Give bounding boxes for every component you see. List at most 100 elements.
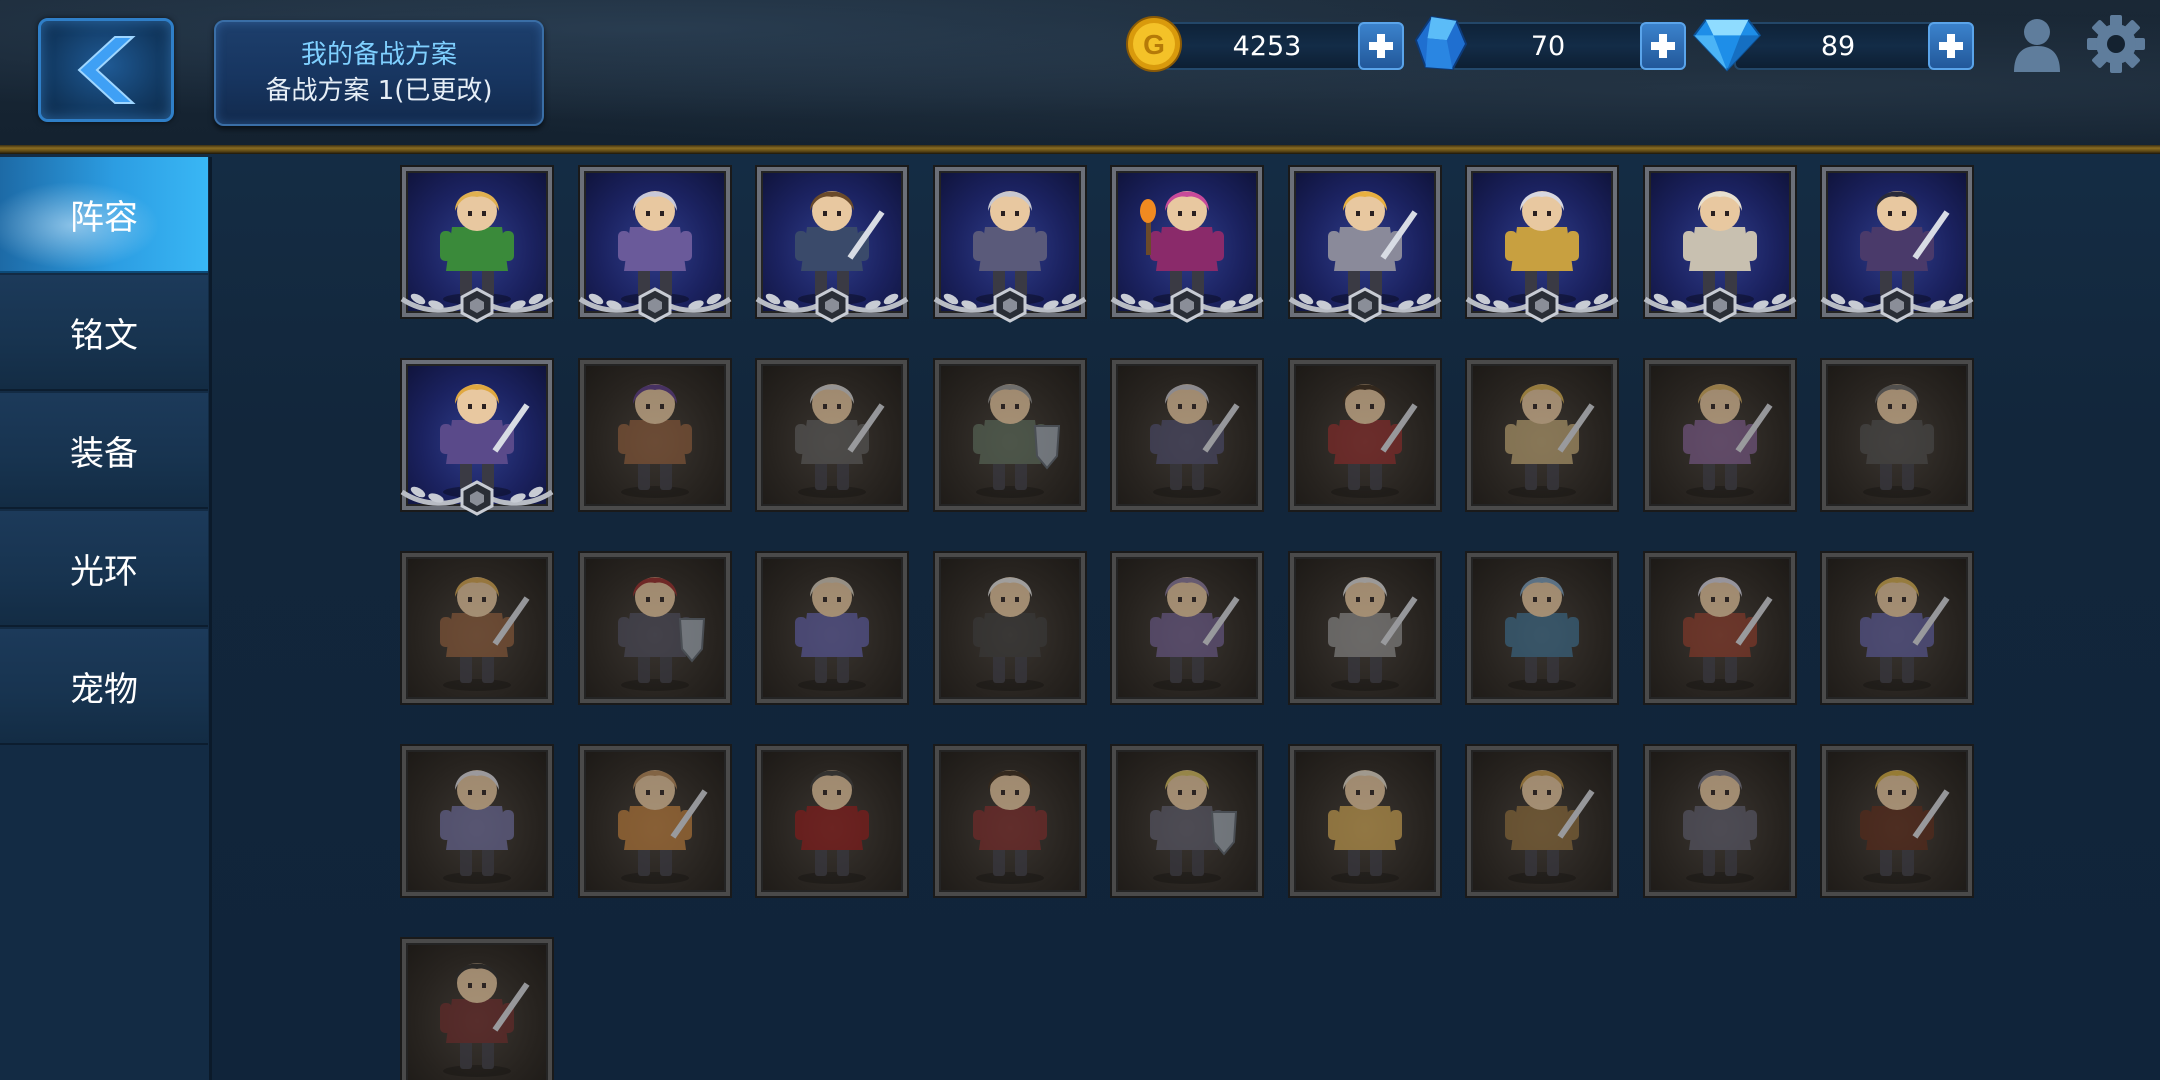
hero-card[interactable] <box>1467 746 1617 896</box>
add-gold-button[interactable] <box>1358 22 1404 70</box>
hero-card[interactable] <box>1645 360 1795 510</box>
hero-card[interactable] <box>580 746 730 896</box>
hero-card[interactable] <box>402 553 552 703</box>
header-divider <box>0 145 2160 154</box>
diamond-currency: 89 <box>1692 18 1974 72</box>
hero-card[interactable] <box>578 167 732 323</box>
top-bar: 我的备战方案 备战方案 1(已更改) 4253 G 70 89 <box>0 0 2160 145</box>
rank-wreath-icon <box>1288 287 1442 323</box>
gold-amount: 4253 <box>1162 22 1372 70</box>
hero-card[interactable] <box>1288 167 1442 323</box>
gold-coin-icon: G <box>1126 16 1182 72</box>
hero-card-frame <box>1822 553 1972 703</box>
hero-card-frame <box>1112 360 1262 510</box>
hero-card[interactable] <box>1465 167 1619 323</box>
rank-wreath-icon <box>1110 287 1264 323</box>
game-screen: 我的备战方案 备战方案 1(已更改) 4253 G 70 89 阵容 铭文 装备… <box>0 0 2160 1080</box>
hero-card-frame <box>1467 553 1617 703</box>
hero-card[interactable] <box>400 167 554 323</box>
hero-card[interactable] <box>402 939 552 1080</box>
chevron-left-icon <box>77 36 136 104</box>
add-crystal-button[interactable] <box>1640 22 1686 70</box>
battle-plan-title: 我的备战方案 <box>300 40 457 70</box>
user-profile-icon[interactable] <box>2010 16 2064 74</box>
hero-card[interactable] <box>1112 360 1262 510</box>
hero-card-frame <box>1645 553 1795 703</box>
plus-icon <box>1651 34 1675 58</box>
hero-card[interactable] <box>1822 360 1972 510</box>
back-button[interactable] <box>38 18 174 122</box>
diamond-icon <box>1692 18 1762 72</box>
hero-card[interactable] <box>402 746 552 896</box>
hero-card[interactable] <box>935 360 1085 510</box>
tab-pets[interactable]: 宠物 <box>0 629 208 745</box>
plus-icon <box>1939 34 1963 58</box>
hero-card-frame <box>402 746 552 896</box>
tab-lineup[interactable]: 阵容 <box>0 157 208 273</box>
hero-card-frame <box>1290 553 1440 703</box>
blue-crystal-icon <box>1414 15 1468 71</box>
hero-card[interactable] <box>757 360 907 510</box>
tab-inscriptions[interactable]: 铭文 <box>0 275 208 391</box>
rank-wreath-icon <box>755 287 909 323</box>
hero-card[interactable] <box>1645 746 1795 896</box>
hero-card-frame <box>1290 746 1440 896</box>
hero-card[interactable] <box>755 167 909 323</box>
rank-wreath-icon <box>578 287 732 323</box>
hero-card-frame <box>402 939 552 1080</box>
hero-card-frame <box>1112 553 1262 703</box>
hero-card-frame <box>1822 360 1972 510</box>
rank-wreath-icon <box>1465 287 1619 323</box>
rank-wreath-icon <box>400 287 554 323</box>
hero-card-frame <box>1645 746 1795 896</box>
hero-card[interactable] <box>757 553 907 703</box>
hero-card[interactable] <box>935 553 1085 703</box>
hero-card[interactable] <box>1290 553 1440 703</box>
svg-text:G: G <box>1143 29 1165 60</box>
hero-card[interactable] <box>1467 360 1617 510</box>
settings-gear-icon[interactable] <box>2086 14 2146 74</box>
hero-card[interactable] <box>935 746 1085 896</box>
battle-plan-button[interactable]: 我的备战方案 备战方案 1(已更改) <box>214 20 544 126</box>
hero-card-frame <box>757 360 907 510</box>
hero-card-frame <box>1645 360 1795 510</box>
hero-card[interactable] <box>757 746 907 896</box>
hero-card[interactable] <box>1820 167 1974 323</box>
hero-card[interactable] <box>580 360 730 510</box>
add-diamond-button[interactable] <box>1928 22 1974 70</box>
gold-currency: 4253 G <box>1126 16 1404 72</box>
hero-card-frame <box>580 553 730 703</box>
rank-wreath-icon <box>933 287 1087 323</box>
hero-card[interactable] <box>580 553 730 703</box>
hero-card[interactable] <box>1822 746 1972 896</box>
sidebar: 阵容 铭文 装备 光环 宠物 <box>0 157 212 1080</box>
diamond-amount: 89 <box>1734 22 1942 70</box>
hero-card[interactable] <box>1467 553 1617 703</box>
hero-card-frame <box>1467 746 1617 896</box>
tab-aura[interactable]: 光环 <box>0 511 208 627</box>
hero-card[interactable] <box>400 360 554 516</box>
hero-card[interactable] <box>1822 553 1972 703</box>
hero-card-frame <box>1290 360 1440 510</box>
hero-card[interactable] <box>1290 746 1440 896</box>
hero-card[interactable] <box>1290 360 1440 510</box>
hero-card-frame <box>580 746 730 896</box>
rank-wreath-icon <box>400 480 554 516</box>
hero-card-frame <box>1822 746 1972 896</box>
tab-equipment[interactable]: 装备 <box>0 393 208 509</box>
hero-card[interactable] <box>1110 167 1264 323</box>
rank-wreath-icon <box>1643 287 1797 323</box>
crystal-amount: 70 <box>1450 22 1646 70</box>
hero-card[interactable] <box>1112 746 1262 896</box>
hero-card[interactable] <box>1645 553 1795 703</box>
hero-card[interactable] <box>1643 167 1797 323</box>
battle-plan-subtitle: 备战方案 1(已更改) <box>265 76 493 106</box>
crystal-currency: 70 <box>1414 15 1686 71</box>
hero-card-frame <box>935 553 1085 703</box>
hero-card-frame <box>1112 746 1262 896</box>
hero-card[interactable] <box>933 167 1087 323</box>
hero-card-frame <box>1467 360 1617 510</box>
hero-card[interactable] <box>1112 553 1262 703</box>
hero-card-frame <box>757 746 907 896</box>
rank-wreath-icon <box>1820 287 1974 323</box>
